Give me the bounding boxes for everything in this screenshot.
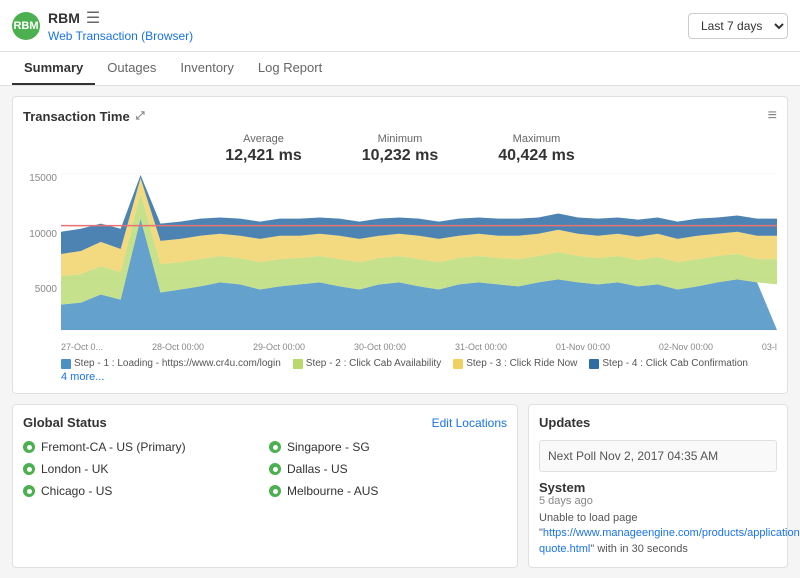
stats-row: Average 12,421 ms Minimum 10,232 ms Maxi…: [23, 133, 777, 165]
location-label-melbourne: Melbourne - AUS: [287, 484, 378, 498]
update-link[interactable]: https://www.manageengine.com/products/ap…: [539, 527, 800, 554]
transaction-time-card: Transaction Time ⤢ ≡ Average 12,421 ms M…: [12, 96, 788, 394]
status-dot-london: [23, 463, 35, 475]
y-label-5000: 5000: [23, 284, 57, 295]
location-singapore: Singapore - SG: [269, 440, 507, 454]
legend-label-3: Step - 3 : Click Ride Now: [466, 358, 577, 369]
stat-average: Average 12,421 ms: [225, 133, 302, 165]
location-london: London - UK: [23, 462, 261, 476]
legend-color-3: [453, 359, 463, 369]
maximum-value: 40,424 ms: [498, 147, 575, 165]
card-title: Transaction Time ⤢: [23, 109, 145, 124]
global-status-title: Global Status: [23, 415, 107, 430]
header-left: RBM RBM ☰ Web Transaction (Browser): [12, 8, 193, 43]
main-content: Transaction Time ⤢ ≡ Average 12,421 ms M…: [0, 86, 800, 578]
legend-more[interactable]: 4 more...: [61, 371, 777, 383]
location-fremont: Fremont-CA - US (Primary): [23, 440, 261, 454]
expand-icon[interactable]: ⤢: [136, 110, 145, 123]
global-status-panel: Global Status Edit Locations Fremont-CA …: [12, 404, 518, 568]
system-title: System: [539, 480, 777, 495]
status-dot-chicago: [23, 485, 35, 497]
edit-locations-link[interactable]: Edit Locations: [432, 416, 507, 430]
status-dot-melbourne: [269, 485, 281, 497]
legend-container: Step - 1 : Loading - https://www.cr4u.co…: [23, 358, 777, 383]
stat-maximum: Maximum 40,424 ms: [498, 133, 575, 165]
header-title-group: RBM ☰ Web Transaction (Browser): [48, 8, 193, 43]
global-status-header: Global Status Edit Locations: [23, 415, 507, 430]
location-label-fremont: Fremont-CA - US (Primary): [41, 440, 186, 454]
updates-title: Updates: [539, 415, 590, 430]
poll-text: Next Poll Nov 2, 2017 04:35 AM: [548, 449, 718, 463]
minimum-value: 10,232 ms: [362, 147, 439, 165]
x-label-1: 28-Oct 00:00: [152, 342, 204, 352]
maximum-label: Maximum: [498, 133, 575, 145]
time-range-select[interactable]: Last 7 days: [688, 13, 788, 39]
bottom-panels: Global Status Edit Locations Fremont-CA …: [12, 404, 788, 568]
x-label-7: 03-l: [762, 342, 777, 352]
system-text: Unable to load page "https://www.managee…: [539, 511, 777, 557]
y-axis: 15000 10000 5000: [23, 173, 61, 340]
tab-summary[interactable]: Summary: [12, 52, 95, 85]
nav-tabs: Summary Outages Inventory Log Report: [0, 52, 800, 86]
location-label-chicago: Chicago - US: [41, 484, 112, 498]
average-label: Average: [225, 133, 302, 145]
chart-wrapper: 15000 10000 5000: [23, 173, 777, 340]
legend-color-1: [61, 359, 71, 369]
x-label-2: 29-Oct 00:00: [253, 342, 305, 352]
tab-log-report[interactable]: Log Report: [246, 52, 334, 85]
x-label-6: 02-Nov 00:00: [659, 342, 713, 352]
x-label-0: 27-Oct 0...: [61, 342, 103, 352]
legend-label-4: Step - 4 : Click Cab Confirmation: [602, 358, 748, 369]
sub-title[interactable]: Web Transaction (Browser): [48, 29, 193, 43]
location-label-london: London - UK: [41, 462, 108, 476]
x-label-3: 30-Oct 00:00: [354, 342, 406, 352]
update-system: System 5 days ago Unable to load page "h…: [539, 480, 777, 557]
app-container: RBM RBM ☰ Web Transaction (Browser) Last…: [0, 0, 800, 578]
x-label-4: 31-Oct 00:00: [455, 342, 507, 352]
y-label-15000: 15000: [23, 173, 57, 184]
logo: RBM: [12, 12, 40, 40]
minimum-label: Minimum: [362, 133, 439, 145]
updates-panel: Updates Next Poll Nov 2, 2017 04:35 AM S…: [528, 404, 788, 568]
header: RBM RBM ☰ Web Transaction (Browser) Last…: [0, 0, 800, 52]
tab-inventory[interactable]: Inventory: [168, 52, 245, 85]
legend-color-2: [293, 359, 303, 369]
location-label-dallas: Dallas - US: [287, 462, 348, 476]
legend-item-3: Step - 3 : Click Ride Now: [453, 358, 577, 369]
legend-item-2: Step - 2 : Click Cab Availability: [293, 358, 441, 369]
y-label-10000: 10000: [23, 229, 57, 240]
legend-label-1: Step - 1 : Loading - https://www.cr4u.co…: [74, 358, 281, 369]
chart-svg: [61, 173, 777, 340]
card-header: Transaction Time ⤢ ≡: [23, 107, 777, 125]
status-dot-fremont: [23, 441, 35, 453]
x-axis: 27-Oct 0... 28-Oct 00:00 29-Oct 00:00 30…: [23, 340, 777, 352]
location-label-singapore: Singapore - SG: [287, 440, 370, 454]
system-time: 5 days ago: [539, 495, 777, 507]
legend-item-4: Step - 4 : Click Cab Confirmation: [589, 358, 748, 369]
location-chicago: Chicago - US: [23, 484, 261, 498]
updates-header: Updates: [539, 415, 777, 430]
stat-minimum: Minimum 10,232 ms: [362, 133, 439, 165]
tab-outages[interactable]: Outages: [95, 52, 168, 85]
status-dot-dallas: [269, 463, 281, 475]
location-melbourne: Melbourne - AUS: [269, 484, 507, 498]
card-menu-icon[interactable]: ≡: [768, 107, 777, 125]
location-dallas: Dallas - US: [269, 462, 507, 476]
average-value: 12,421 ms: [225, 147, 302, 165]
legend: Step - 1 : Loading - https://www.cr4u.co…: [61, 358, 777, 369]
legend-item-1: Step - 1 : Loading - https://www.cr4u.co…: [61, 358, 281, 369]
hamburger-icon[interactable]: ☰: [86, 8, 100, 28]
update-poll-box: Next Poll Nov 2, 2017 04:35 AM: [539, 440, 777, 472]
app-title: RBM: [48, 10, 80, 26]
x-label-5: 01-Nov 00:00: [556, 342, 610, 352]
status-dot-singapore: [269, 441, 281, 453]
chart-area: [61, 173, 777, 340]
legend-label-2: Step - 2 : Click Cab Availability: [306, 358, 441, 369]
location-grid: Fremont-CA - US (Primary) Singapore - SG…: [23, 440, 507, 498]
legend-color-4: [589, 359, 599, 369]
